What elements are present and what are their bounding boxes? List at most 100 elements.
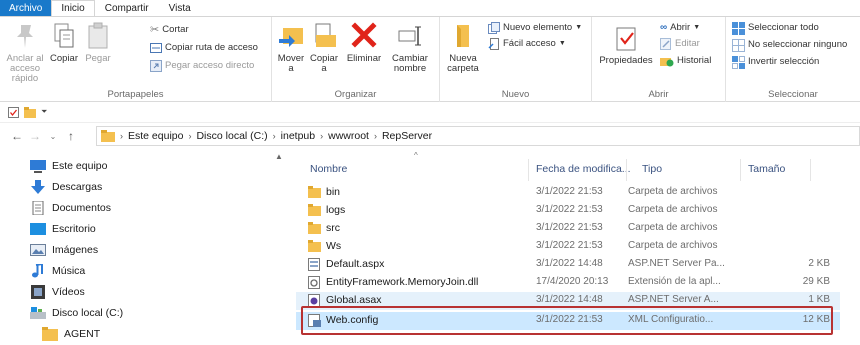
breadcrumb-disco-local[interactable]: Disco local (C:) <box>196 130 267 142</box>
cut-button[interactable]: ✂ Cortar <box>150 23 189 37</box>
copy-path-button[interactable]: Copiar ruta de acceso <box>150 41 258 55</box>
sidebar-item-label: Escritorio <box>52 223 96 235</box>
ribbon-tabs: Archivo Inicio Compartir Vista <box>0 0 860 16</box>
column-header-date[interactable]: Fecha de modifica... <box>536 163 631 175</box>
file-type: Carpeta de archivos <box>628 240 718 251</box>
table-row[interactable]: src 3/1/2022 21:53 Carpeta de archivos <box>296 220 840 238</box>
sidebar-item-musica[interactable]: Música <box>30 261 85 281</box>
paste-shortcut-icon <box>150 60 162 72</box>
breadcrumb-repserver[interactable]: RepServer <box>382 130 432 142</box>
paste-shortcut-button[interactable]: Pegar acceso directo <box>150 59 254 73</box>
breadcrumb-inetpub[interactable]: inetpub <box>281 130 315 142</box>
new-item-button[interactable]: Nuevo elemento ▼ <box>488 21 582 35</box>
sidebar-item-descargas[interactable]: Descargas <box>30 177 102 197</box>
table-row[interactable]: logs 3/1/2022 21:53 Carpeta de archivos <box>296 202 840 220</box>
pin-quick-access-button[interactable]: Anclar al acceso rápido <box>4 21 46 84</box>
pin-icon <box>17 25 33 48</box>
history-button[interactable]: Historial <box>660 54 711 68</box>
delete-button[interactable]: Eliminar <box>344 21 384 64</box>
invert-selection-label: Invertir selección <box>748 56 820 67</box>
move-to-button[interactable]: Mover a <box>276 21 306 74</box>
sidebar-item-disco-local[interactable]: Disco local (C:) <box>30 303 123 323</box>
copy-to-button[interactable]: Copiar a <box>308 21 340 74</box>
tab-archivo[interactable]: Archivo <box>0 0 52 16</box>
up-arrow-icon[interactable]: ↑ <box>62 129 80 143</box>
sidebar-item-agent[interactable]: AGENT <box>42 324 100 344</box>
column-header-name[interactable]: Nombre <box>310 163 347 175</box>
drive-icon <box>30 307 46 319</box>
new-item-icon <box>488 22 500 34</box>
copy-button[interactable]: Copiar <box>48 21 80 64</box>
breadcrumb-separator-icon: › <box>188 131 192 141</box>
sidebar-item-escritorio[interactable]: Escritorio <box>30 219 96 239</box>
rename-button[interactable]: Cambiar nombre <box>388 21 432 74</box>
new-folder-button[interactable]: Nueva carpeta <box>446 21 480 74</box>
folder-small-icon[interactable] <box>24 106 36 118</box>
table-row[interactable]: Default.aspx 3/1/2022 14:48 ASP.NET Serv… <box>296 256 840 274</box>
file-name: logs <box>326 204 346 216</box>
select-none-icon <box>732 38 745 52</box>
table-row[interactable]: bin 3/1/2022 21:53 Carpeta de archivos <box>296 184 840 202</box>
paste-button[interactable]: Pegar <box>82 21 114 64</box>
table-row[interactable]: Ws 3/1/2022 21:53 Carpeta de archivos <box>296 238 840 256</box>
recent-chevron-icon[interactable]: ⌄ <box>44 132 62 141</box>
address-box[interactable]: › Este equipo › Disco local (C:) › inetp… <box>96 126 860 146</box>
column-header-type[interactable]: Tipo <box>642 163 662 175</box>
breadcrumb-este-equipo[interactable]: Este equipo <box>128 130 183 142</box>
sidebar-item-label: Vídeos <box>52 286 85 298</box>
table-row[interactable]: Global.asax 3/1/2022 14:48 ASP.NET Serve… <box>296 292 840 310</box>
breadcrumb-wwwroot[interactable]: wwwroot <box>328 130 369 142</box>
forward-arrow-icon[interactable]: → <box>26 129 44 143</box>
properties-button[interactable]: Propiedades <box>596 25 656 66</box>
paste-icon <box>88 22 108 49</box>
select-all-label: Seleccionar todo <box>748 22 819 33</box>
table-row[interactable]: Web.config 3/1/2022 21:53 XML Configurat… <box>296 312 840 330</box>
file-size: 29 KB <box>802 276 830 287</box>
tab-vista[interactable]: Vista <box>159 0 201 16</box>
file-date: 3/1/2022 21:53 <box>536 240 603 251</box>
breadcrumb-separator-icon: › <box>373 131 377 141</box>
folder-icon <box>308 222 321 234</box>
column-divider[interactable] <box>528 159 529 181</box>
chevron-down-icon: ▼ <box>693 24 701 31</box>
group-portapapeles: Anclar al acceso rápido Copiar Pegar ✂ C… <box>0 17 272 102</box>
invert-selection-button[interactable]: Invertir selección <box>732 55 819 69</box>
properties-small-icon[interactable] <box>8 106 19 118</box>
select-none-button[interactable]: No seleccionar ninguno <box>732 38 847 52</box>
file-date: 3/1/2022 21:53 <box>536 186 603 197</box>
open-button[interactable]: ∞ Abrir ▼ <box>660 21 700 35</box>
scroll-up-icon[interactable]: ▲ <box>275 152 283 161</box>
tab-compartir[interactable]: Compartir <box>95 0 159 16</box>
column-header-size[interactable]: Tamaño <box>748 163 785 175</box>
sidebar-item-documentos[interactable]: Documentos <box>30 198 111 218</box>
file-type: ASP.NET Server A... <box>628 294 719 305</box>
dll-file-icon <box>308 276 320 289</box>
delete-label: Eliminar <box>346 53 382 64</box>
back-arrow-icon[interactable]: ← <box>8 129 26 143</box>
config-file-icon <box>308 314 321 327</box>
column-divider[interactable] <box>626 159 627 181</box>
folder-icon <box>308 186 321 198</box>
edit-button[interactable]: Editar <box>660 37 700 51</box>
nav-scrollbar[interactable]: ▲ <box>272 152 286 345</box>
document-icon <box>32 201 44 215</box>
group-label-seleccionar: Seleccionar <box>768 89 818 100</box>
select-all-button[interactable]: Seleccionar todo <box>732 21 819 35</box>
sidebar-item-videos[interactable]: Vídeos <box>30 282 85 302</box>
navigation-bar: ← → ⌄ ↑ › Este equipo › Disco local (C:)… <box>0 123 860 149</box>
new-folder-icon <box>457 25 469 47</box>
file-list: ^ Nombre Fecha de modifica... Tipo Tamañ… <box>296 149 860 345</box>
tab-inicio[interactable]: Inicio <box>51 0 95 16</box>
sidebar-item-imagenes[interactable]: Imágenes <box>30 240 98 260</box>
properties-icon <box>616 27 636 51</box>
file-name: Web.config <box>326 314 379 326</box>
sidebar-item-este-equipo[interactable]: Este equipo <box>30 156 107 176</box>
customize-toolbar-icon[interactable]: ⏷ <box>41 107 47 117</box>
column-divider[interactable] <box>810 159 811 181</box>
sort-ascending-icon: ^ <box>414 151 418 160</box>
column-divider[interactable] <box>740 159 741 181</box>
table-row[interactable]: EntityFramework.MemoryJoin.dll 17/4/2020… <box>296 274 840 292</box>
group-seleccionar: Seleccionar todo No seleccionar ninguno … <box>726 17 860 102</box>
easy-access-button[interactable]: Fácil acceso ▼ <box>488 37 566 51</box>
group-label-portapapeles: Portapapeles <box>107 89 164 100</box>
